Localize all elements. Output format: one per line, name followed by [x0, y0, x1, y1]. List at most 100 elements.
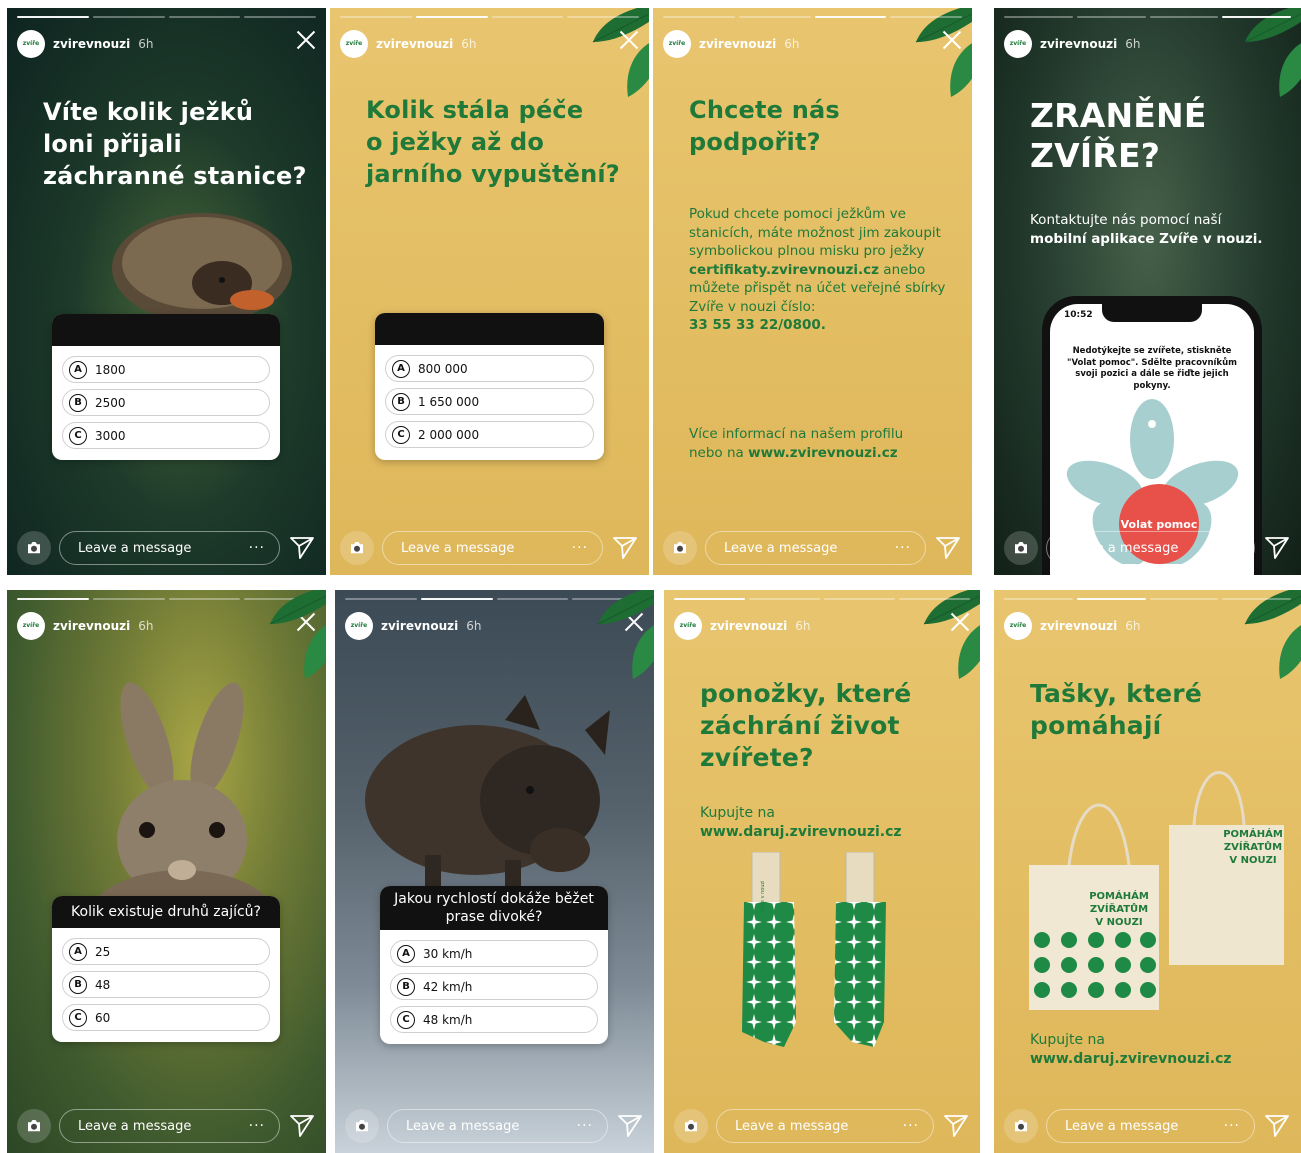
more-icon[interactable]: ··· [249, 540, 265, 556]
send-icon[interactable] [290, 537, 314, 559]
profile-avatar[interactable]: zvíře [1004, 30, 1032, 58]
username[interactable]: zvirevnouzi [381, 619, 458, 633]
profile-avatar[interactable]: zvíře [17, 30, 45, 58]
quiz-option-b[interactable]: B 2500 [62, 389, 270, 416]
send-icon[interactable] [1265, 537, 1289, 559]
camera-icon[interactable] [1004, 531, 1038, 565]
message-input[interactable]: Leave a message ··· [59, 1109, 280, 1143]
camera-icon[interactable] [663, 531, 697, 565]
quiz-sticker: Kolik existuje druhů zajíců? A 25 B 48 C 60 [52, 896, 280, 1042]
quiz-question: Jakou rychlostí dokáže běžet prase divok… [380, 886, 608, 930]
story-6[interactable]: zvíře zvirevnouzi 6h Jakou rychlostí dok… [335, 590, 654, 1153]
username[interactable]: zvirevnouzi [53, 619, 130, 633]
username[interactable]: zvirevnouzi [1040, 37, 1117, 51]
story-2[interactable]: zvíře zvirevnouzi 6h Kolik stála péče o j… [330, 8, 649, 575]
message-input[interactable]: Leave a message ··· [705, 531, 926, 565]
username[interactable]: zvirevnouzi [53, 37, 130, 51]
quiz-option-b[interactable]: B1 650 000 [385, 388, 594, 415]
send-icon[interactable] [936, 537, 960, 559]
quiz-option-a[interactable]: A 1800 [62, 356, 270, 383]
more-icon[interactable]: ··· [1224, 540, 1240, 556]
send-icon[interactable] [290, 1115, 314, 1137]
website-link[interactable]: www.zvirevnouzi.cz [748, 445, 898, 461]
username[interactable]: zvirevnouzi [699, 37, 776, 51]
more-icon[interactable]: ··· [895, 540, 911, 556]
message-input[interactable]: Leave a message ··· [382, 531, 603, 565]
shop-link[interactable]: www.daruj.zvirevnouzi.cz [1030, 1050, 1232, 1069]
message-input[interactable]: Leave a message ··· [1046, 1109, 1255, 1143]
story-1[interactable]: zvíře zvirevnouzi 6h Víte kolik ježků lon… [7, 8, 326, 575]
quiz-option-b[interactable]: B 48 [62, 971, 270, 998]
profile-avatar[interactable]: zvíře [663, 30, 691, 58]
leaf-decoration [1225, 8, 1301, 102]
message-input[interactable]: Leave a message ··· [59, 531, 280, 565]
close-icon[interactable] [296, 30, 316, 50]
shop-text: Kupujte na www.daruj.zvirevnouzi.cz [700, 805, 902, 842]
quiz-question [375, 313, 604, 345]
story-progress [674, 598, 970, 600]
certificates-link[interactable]: certifikaty.zvirevnouzi.cz [689, 262, 879, 278]
quiz-sticker: A 1800 B 2500 C 3000 [52, 314, 280, 460]
message-input[interactable]: Leave a message ··· [387, 1109, 608, 1143]
quiz-sticker: Jakou rychlostí dokáže běžet prase divok… [380, 886, 608, 1044]
story-5[interactable]: zvíře zvirevnouzi 6h Kolik existuje druh… [7, 590, 326, 1153]
story-headline: ponožky, které záchrání život zvířete? [700, 679, 912, 772]
more-icon[interactable]: ··· [903, 1118, 919, 1134]
quiz-option-b[interactable]: B 42 km/h [390, 973, 598, 1000]
message-input[interactable]: Leave a message ··· [1046, 531, 1255, 565]
username[interactable]: zvirevnouzi [376, 37, 453, 51]
post-time: 6h [466, 619, 482, 633]
send-icon[interactable] [613, 537, 637, 559]
leaf-decoration [1225, 590, 1301, 684]
quiz-option-a[interactable]: A 25 [62, 938, 270, 965]
post-time: 6h [1125, 619, 1141, 633]
quiz-option-c[interactable]: C 48 km/h [390, 1006, 598, 1033]
story-header: zvíře zvirevnouzi 6h [340, 28, 476, 60]
quiz-option-c[interactable]: C 60 [62, 1004, 270, 1031]
story-header: zvíře zvirevnouzi 6h [1004, 610, 1140, 642]
send-icon[interactable] [1265, 1115, 1289, 1137]
profile-avatar[interactable]: zvíře [345, 612, 373, 640]
quiz-option-a[interactable]: A 800 000 [385, 355, 594, 382]
close-icon[interactable] [942, 30, 962, 50]
more-icon[interactable]: ··· [249, 1118, 265, 1134]
close-icon[interactable] [950, 612, 970, 632]
close-icon[interactable] [619, 30, 639, 50]
leaf-decoration [573, 8, 649, 102]
camera-icon[interactable] [674, 1109, 708, 1143]
post-time: 6h [138, 37, 154, 51]
send-icon[interactable] [944, 1115, 968, 1137]
quiz-option-a[interactable]: A 30 km/h [390, 940, 598, 967]
story-headline: ZRANĚNÉ ZVÍŘE? [1030, 96, 1207, 175]
username[interactable]: zvirevnouzi [710, 619, 787, 633]
story-7[interactable]: zvíře zvirevnouzi 6h ponožky, které záchr… [664, 590, 980, 1153]
more-icon[interactable]: ··· [572, 540, 588, 556]
profile-avatar[interactable]: zvíře [17, 612, 45, 640]
quiz-option-c[interactable]: C 3000 [62, 422, 270, 449]
more-icon[interactable]: ··· [1224, 1118, 1240, 1134]
more-icon[interactable]: ··· [577, 1118, 593, 1134]
story-3[interactable]: zvíře zvirevnouzi 6h Chcete nás podpořit?… [653, 8, 972, 575]
shop-text: Kupujte na www.daruj.zvirevnouzi.cz [1030, 1032, 1232, 1069]
story-headline: Víte kolik ježků loni přijali záchranné st… [43, 98, 307, 190]
profile-avatar[interactable]: zvíře [340, 30, 368, 58]
username[interactable]: zvirevnouzi [1040, 619, 1117, 633]
camera-icon[interactable] [345, 1109, 379, 1143]
story-header: zvíře zvirevnouzi 6h [1004, 28, 1140, 60]
profile-avatar[interactable]: zvíře [1004, 612, 1032, 640]
story-progress [1004, 16, 1291, 18]
camera-icon[interactable] [340, 531, 374, 565]
story-header: zvíře zvirevnouzi 6h [345, 610, 481, 642]
camera-icon[interactable] [17, 531, 51, 565]
camera-icon[interactable] [1004, 1109, 1038, 1143]
message-input[interactable]: Leave a message ··· [716, 1109, 934, 1143]
send-icon[interactable] [618, 1115, 642, 1137]
quiz-sticker: A 800 000 B1 650 000 C2 000 000 [375, 313, 604, 460]
story-4[interactable]: zvíře zvirevnouzi 6h ZRANĚNÉ ZVÍŘE? Konta… [994, 8, 1301, 575]
profile-avatar[interactable]: zvíře [674, 612, 702, 640]
bag-print-left: POMÁHÁM ZVÍŘATŮM V NOUZI [1089, 891, 1149, 928]
shop-link[interactable]: www.daruj.zvirevnouzi.cz [700, 823, 902, 842]
quiz-option-c[interactable]: C2 000 000 [385, 421, 594, 448]
camera-icon[interactable] [17, 1109, 51, 1143]
story-8[interactable]: zvíře zvirevnouzi 6h Tašky, které pomáhaj… [994, 590, 1301, 1153]
